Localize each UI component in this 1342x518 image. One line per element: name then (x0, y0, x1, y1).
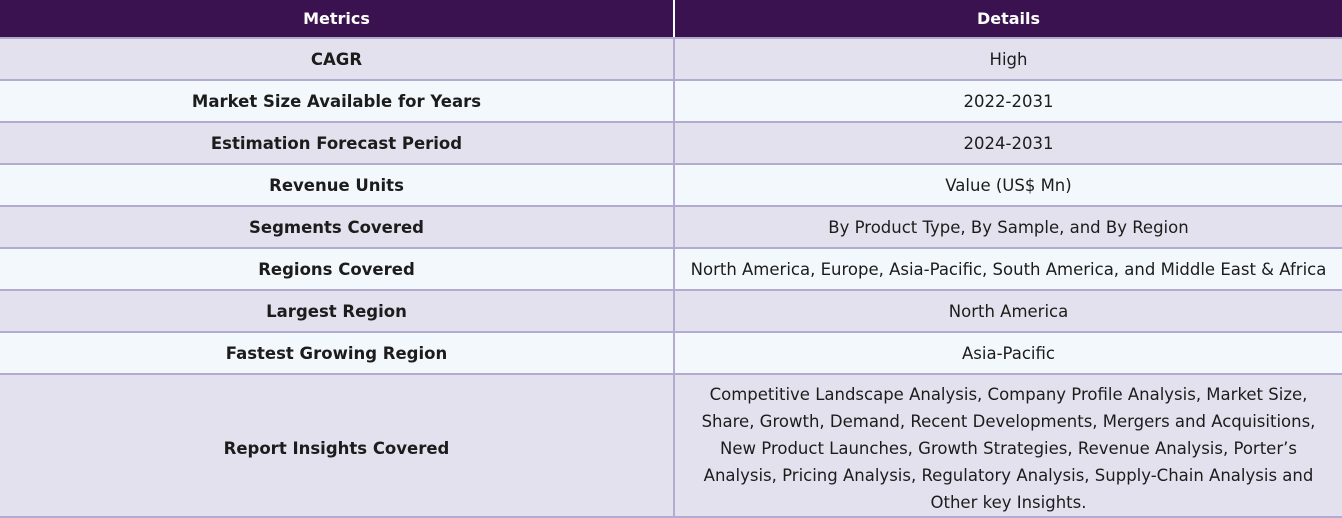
metric-cell: Revenue Units (0, 164, 675, 207)
table-row: Fastest Growing Region Asia-Pacific (0, 332, 1342, 375)
detail-cell: High (674, 38, 1342, 81)
metric-cell: Report Insights Covered (0, 374, 675, 518)
table-row: Regions Covered North America, Europe, A… (0, 248, 1342, 291)
table-header: Metrics Details (0, 0, 1342, 39)
metric-cell: Estimation Forecast Period (0, 122, 675, 165)
table-row: Report Insights Covered Competitive Land… (0, 374, 1342, 518)
metric-cell: Largest Region (0, 290, 675, 333)
detail-cell: North America (674, 290, 1342, 333)
table-body: CAGR High Market Size Available for Year… (0, 38, 1342, 518)
detail-cell: Competitive Landscape Analysis, Company … (674, 374, 1342, 518)
detail-cell: 2022-2031 (674, 80, 1342, 123)
metric-cell: Market Size Available for Years (0, 80, 675, 123)
metric-cell: CAGR (0, 38, 675, 81)
table-row: Market Size Available for Years 2022-203… (0, 80, 1342, 123)
table-row: Estimation Forecast Period 2024-2031 (0, 122, 1342, 165)
detail-cell: North America, Europe, Asia-Pacific, Sou… (674, 248, 1342, 291)
detail-cell: By Product Type, By Sample, and By Regio… (674, 206, 1342, 249)
metric-cell: Segments Covered (0, 206, 675, 249)
header-row: Metrics Details (0, 0, 1342, 39)
metrics-table: Metrics Details CAGR High Market Size Av… (0, 0, 1342, 518)
header-details: Details (674, 0, 1342, 39)
header-metrics: Metrics (0, 0, 675, 39)
table-row: Largest Region North America (0, 290, 1342, 333)
table-row: Segments Covered By Product Type, By Sam… (0, 206, 1342, 249)
detail-cell: 2024-2031 (674, 122, 1342, 165)
metric-cell: Fastest Growing Region (0, 332, 675, 375)
detail-cell: Value (US$ Mn) (674, 164, 1342, 207)
detail-cell: Asia-Pacific (674, 332, 1342, 375)
metric-cell: Regions Covered (0, 248, 675, 291)
table-row: CAGR High (0, 38, 1342, 81)
table-row: Revenue Units Value (US$ Mn) (0, 164, 1342, 207)
